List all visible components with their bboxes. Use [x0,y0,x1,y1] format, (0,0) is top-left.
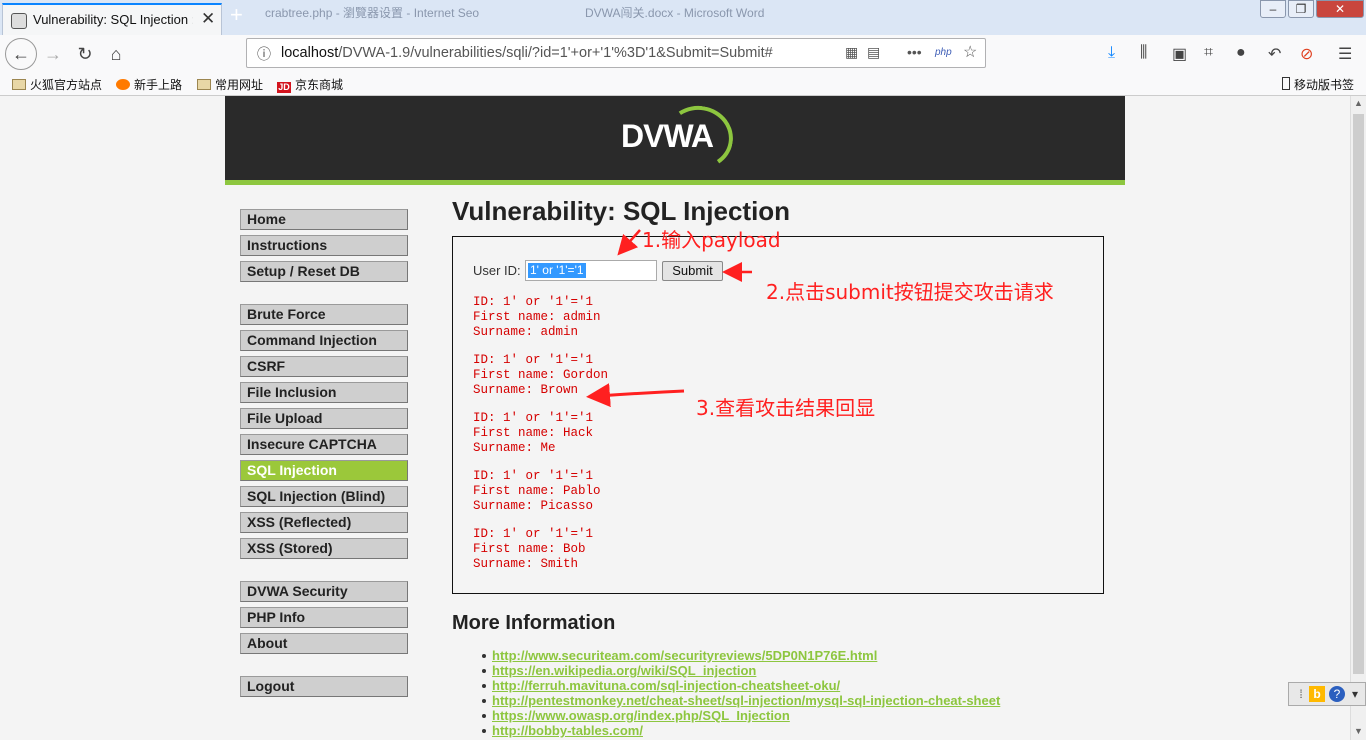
background-window-title: crabtree.php - 瀏覽器设置 - Internet Seo [265,6,480,20]
annotation-step-3: 3.查看攻击结果回显 [696,396,876,420]
menu-item-brute-force[interactable]: Brute Force [240,304,408,325]
tab-title: Vulnerability: SQL Injection :: [33,12,193,27]
reload-icon[interactable]: ↻ [72,41,98,67]
menu-item-insecure-captcha[interactable]: Insecure CAPTCHA [240,434,408,455]
back-icon[interactable]: ← [5,38,37,70]
undo-icon[interactable]: ↶ [1268,44,1281,64]
menu-hamburger-icon[interactable]: ☰ [1338,44,1352,64]
help-icon[interactable]: ? [1329,686,1345,702]
menu-item-php-info[interactable]: PHP Info [240,607,408,628]
user-id-value: 1' or '1'='1 [528,263,586,278]
bookmark-star-icon[interactable]: ☆ [963,42,977,62]
close-window-icon[interactable]: ✕ [1316,0,1364,18]
page-viewport: DVWA Home Instructions Setup / Reset DB … [0,96,1350,740]
blocker-icon[interactable]: ⊘ [1300,44,1313,64]
phone-icon [1282,77,1290,90]
folder-icon [12,79,26,90]
annotation-step-2: 2.点击submit按钮提交攻击请求 [766,280,1054,304]
site-info-icon[interactable]: ⓘ [257,44,271,64]
scrollbar-thumb[interactable] [1353,114,1364,674]
menu-item-sql-injection[interactable]: SQL Injection [240,460,408,481]
screenshot-crop-icon[interactable]: ⌗ [1204,44,1213,62]
menu-item-sql-injection-blind[interactable]: SQL Injection (Blind) [240,486,408,507]
user-id-input[interactable]: 1' or '1'='1 [525,260,657,281]
folder-icon [197,79,211,90]
maximize-icon[interactable]: ❐ [1288,0,1314,18]
ime-tray: ⁞ b ? ▾ [1288,682,1366,706]
firefox-icon [116,79,130,90]
bookmark-item[interactable]: 常用网址 [197,76,263,93]
menu-item-logout[interactable]: Logout [240,676,408,697]
scroll-down-icon[interactable]: ▼ [1354,726,1363,736]
browser-tab[interactable]: Vulnerability: SQL Injection :: ✕ [2,3,222,35]
reader-view-icon[interactable]: ▤ [867,44,880,61]
menu-item-xss-stored[interactable]: XSS (Stored) [240,538,408,559]
menu-item-setup[interactable]: Setup / Reset DB [240,261,408,282]
page-title: Vulnerability: SQL Injection [452,196,791,226]
menu-item-about[interactable]: About [240,633,408,654]
minimize-icon[interactable]: – [1260,0,1286,18]
page-actions-icon[interactable]: ••• [907,44,922,60]
tab-bar: Vulnerability: SQL Injection :: ✕ + crab… [0,0,1366,35]
dvwa-favicon-icon [11,13,27,29]
chat-icon[interactable]: ● [1236,44,1246,62]
nav-toolbar: ← → ↻ ⌂ ⓘ localhost/DVWA-1.9/vulnerabili… [0,35,1366,72]
link-securiteam[interactable]: http://www.securiteam.com/securityreview… [481,648,877,663]
bookmark-item[interactable]: JD 京东商城 [277,76,343,93]
close-tab-icon[interactable]: ✕ [201,9,215,29]
menu-item-xss-reflected[interactable]: XSS (Reflected) [240,512,408,533]
dvwa-logo: DVWA [621,118,714,154]
page-scrollbar[interactable]: ▲ ▼ [1350,96,1366,740]
dvwa-header: DVWA [225,96,1125,185]
link-pentestmonkey[interactable]: http://pentestmonkey.net/cheat-sheet/sql… [481,693,1000,708]
url-bar[interactable]: ⓘ localhost/DVWA-1.9/vulnerabilities/sql… [246,38,986,68]
annotation-step-1: 1.输入payload [642,228,781,252]
bing-icon[interactable]: b [1309,686,1325,702]
sidebar-icon[interactable]: ▣ [1172,44,1187,64]
menu-item-file-upload[interactable]: File Upload [240,408,408,429]
jd-icon: JD [277,82,291,93]
bookmark-item[interactable]: 新手上路 [116,76,182,93]
result-block: ID: 1' or '1'='1 First name: Bob Surname: … [473,527,594,571]
scroll-up-icon[interactable]: ▲ [1354,98,1363,108]
menu-item-home[interactable]: Home [240,209,408,230]
link-wikipedia[interactable]: https://en.wikipedia.org/wiki/SQL_inject… [481,663,756,678]
more-information-heading: More Information [452,612,616,634]
qr-code-icon[interactable]: ▦ [845,44,858,61]
link-ferruh[interactable]: http://ferruh.mavituna.com/sql-injection… [481,678,840,693]
background-window-title-2: DVWA闯关.docx - Microsoft Word [585,6,765,20]
grip-icon: ⁞ [1299,687,1303,701]
menu-item-csrf[interactable]: CSRF [240,356,408,377]
submit-button[interactable]: Submit [662,261,723,281]
download-icon[interactable]: ⤓ [1108,44,1115,62]
menu-item-instructions[interactable]: Instructions [240,235,408,256]
library-icon[interactable]: ⫼ [1140,44,1147,62]
mobile-bookmarks[interactable]: 移动版书签 [1282,76,1354,93]
url-text[interactable]: localhost/DVWA-1.9/vulnerabilities/sqli/… [281,45,773,61]
menu-item-dvwa-security[interactable]: DVWA Security [240,581,408,602]
dvwa-container: DVWA Home Instructions Setup / Reset DB … [225,96,1125,740]
tray-dropdown-icon[interactable]: ▾ [1347,686,1363,702]
result-block: ID: 1' or '1'='1 First name: admin Surname… [473,295,601,339]
menu-item-command-injection[interactable]: Command Injection [240,330,408,351]
link-bobby-tables[interactable]: http://bobby-tables.com/ [482,723,643,738]
bookmark-item[interactable]: 火狐官方站点 [12,76,102,93]
forward-icon[interactable]: → [40,41,66,67]
new-tab-icon[interactable]: + [230,2,243,28]
bookmarks-bar: 火狐官方站点 新手上路 常用网址 JD 京东商城 移动版书签 [0,72,1366,96]
php-extension-icon[interactable]: php [935,47,952,58]
home-icon[interactable]: ⌂ [103,41,129,67]
user-id-label: User ID: [473,263,521,278]
result-block: ID: 1' or '1'='1 First name: Pablo Surname… [473,469,601,513]
menu-item-file-inclusion[interactable]: File Inclusion [240,382,408,403]
link-owasp[interactable]: https://www.owasp.org/index.php/SQL_Inje… [482,708,790,723]
